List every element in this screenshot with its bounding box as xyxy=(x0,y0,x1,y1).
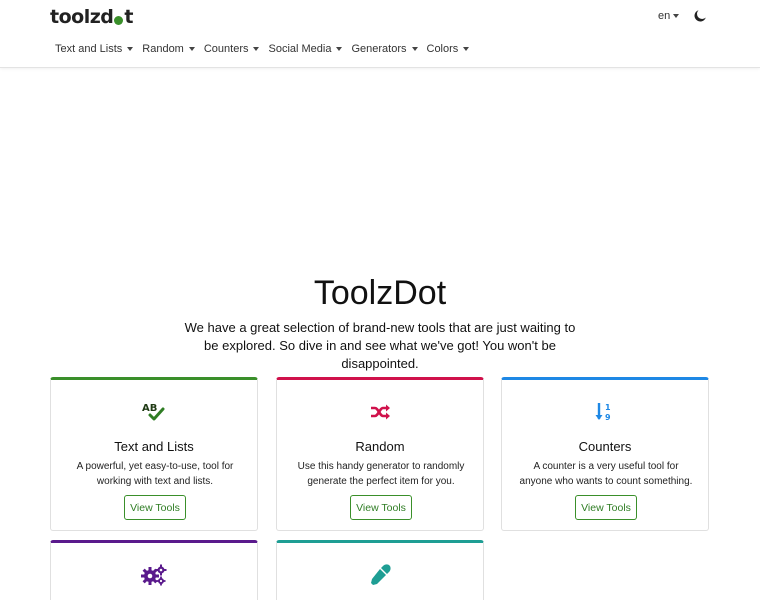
logo-dot xyxy=(114,15,124,25)
card-description: Use this handy generator to randomly gen… xyxy=(297,461,465,487)
view-tools-button[interactable]: View Tools xyxy=(350,495,412,520)
nav-text-and-lists[interactable]: Text and Lists xyxy=(55,43,134,55)
hero-description: We have a great selection of brand-new t… xyxy=(184,320,576,371)
card-description: A counter is a very useful tool for anyo… xyxy=(519,461,693,487)
card-title: Counters xyxy=(578,439,632,454)
nav-label: Generators xyxy=(351,43,407,55)
chevron-down-icon xyxy=(336,47,343,51)
card-random: Random Use this handy generator to rando… xyxy=(276,377,484,531)
shuffle-icon xyxy=(371,404,390,420)
language-dropdown[interactable]: en xyxy=(658,10,680,22)
chevron-down-icon xyxy=(127,47,134,51)
logo-text-start: toolzd xyxy=(50,6,114,28)
card-generators xyxy=(50,540,258,600)
svg-text:9: 9 xyxy=(605,413,611,422)
chevron-down-icon xyxy=(463,47,470,51)
card-text-and-lists: AB Text and Lists A powerful, yet easy-t… xyxy=(50,377,258,531)
nav-label: Counters xyxy=(203,43,249,55)
card-title: Random xyxy=(355,439,405,454)
gears-icon xyxy=(141,564,167,586)
chevron-down-icon xyxy=(188,47,195,51)
chevron-down-icon xyxy=(411,47,418,51)
card-title: Text and Lists xyxy=(114,439,194,454)
nav-generators[interactable]: Generators xyxy=(351,43,418,55)
logo-text-end: t xyxy=(124,6,133,28)
nav-label: Random xyxy=(142,43,184,55)
chevron-down-icon xyxy=(673,14,680,18)
nav-label: Text and Lists xyxy=(55,43,123,55)
site-header: toolzd t en Text and Lists Random Counter… xyxy=(0,0,760,68)
nav-counters[interactable]: Counters xyxy=(204,43,260,55)
svg-text:1: 1 xyxy=(605,403,611,412)
eyedropper-icon xyxy=(371,564,391,585)
card-counters: 1 9 Counters A counter is a very useful … xyxy=(501,377,709,531)
svg-text:AB: AB xyxy=(142,403,157,414)
main-nav: Text and Lists Random Counters Social Me… xyxy=(55,43,478,55)
nav-social-media[interactable]: Social Media xyxy=(268,43,343,55)
moon-icon[interactable] xyxy=(694,10,706,22)
site-logo[interactable]: toolzd t xyxy=(50,6,133,28)
chevron-down-icon xyxy=(253,47,260,51)
page-title: ToolzDot xyxy=(313,274,447,312)
card-description: A powerful, yet easy-to-use, tool for wo… xyxy=(76,461,234,487)
sort-numeric-icon: 1 9 xyxy=(595,403,611,422)
nav-label: Social Media xyxy=(268,43,332,55)
nav-label: Colors xyxy=(426,43,459,55)
nav-random[interactable]: Random xyxy=(142,43,195,55)
spellcheck-icon: AB xyxy=(142,403,165,421)
nav-colors[interactable]: Colors xyxy=(427,43,470,55)
view-tools-button[interactable]: View Tools xyxy=(575,495,637,520)
language-label: en xyxy=(658,10,671,22)
view-tools-button[interactable]: View Tools xyxy=(124,495,186,520)
card-colors xyxy=(276,540,484,600)
